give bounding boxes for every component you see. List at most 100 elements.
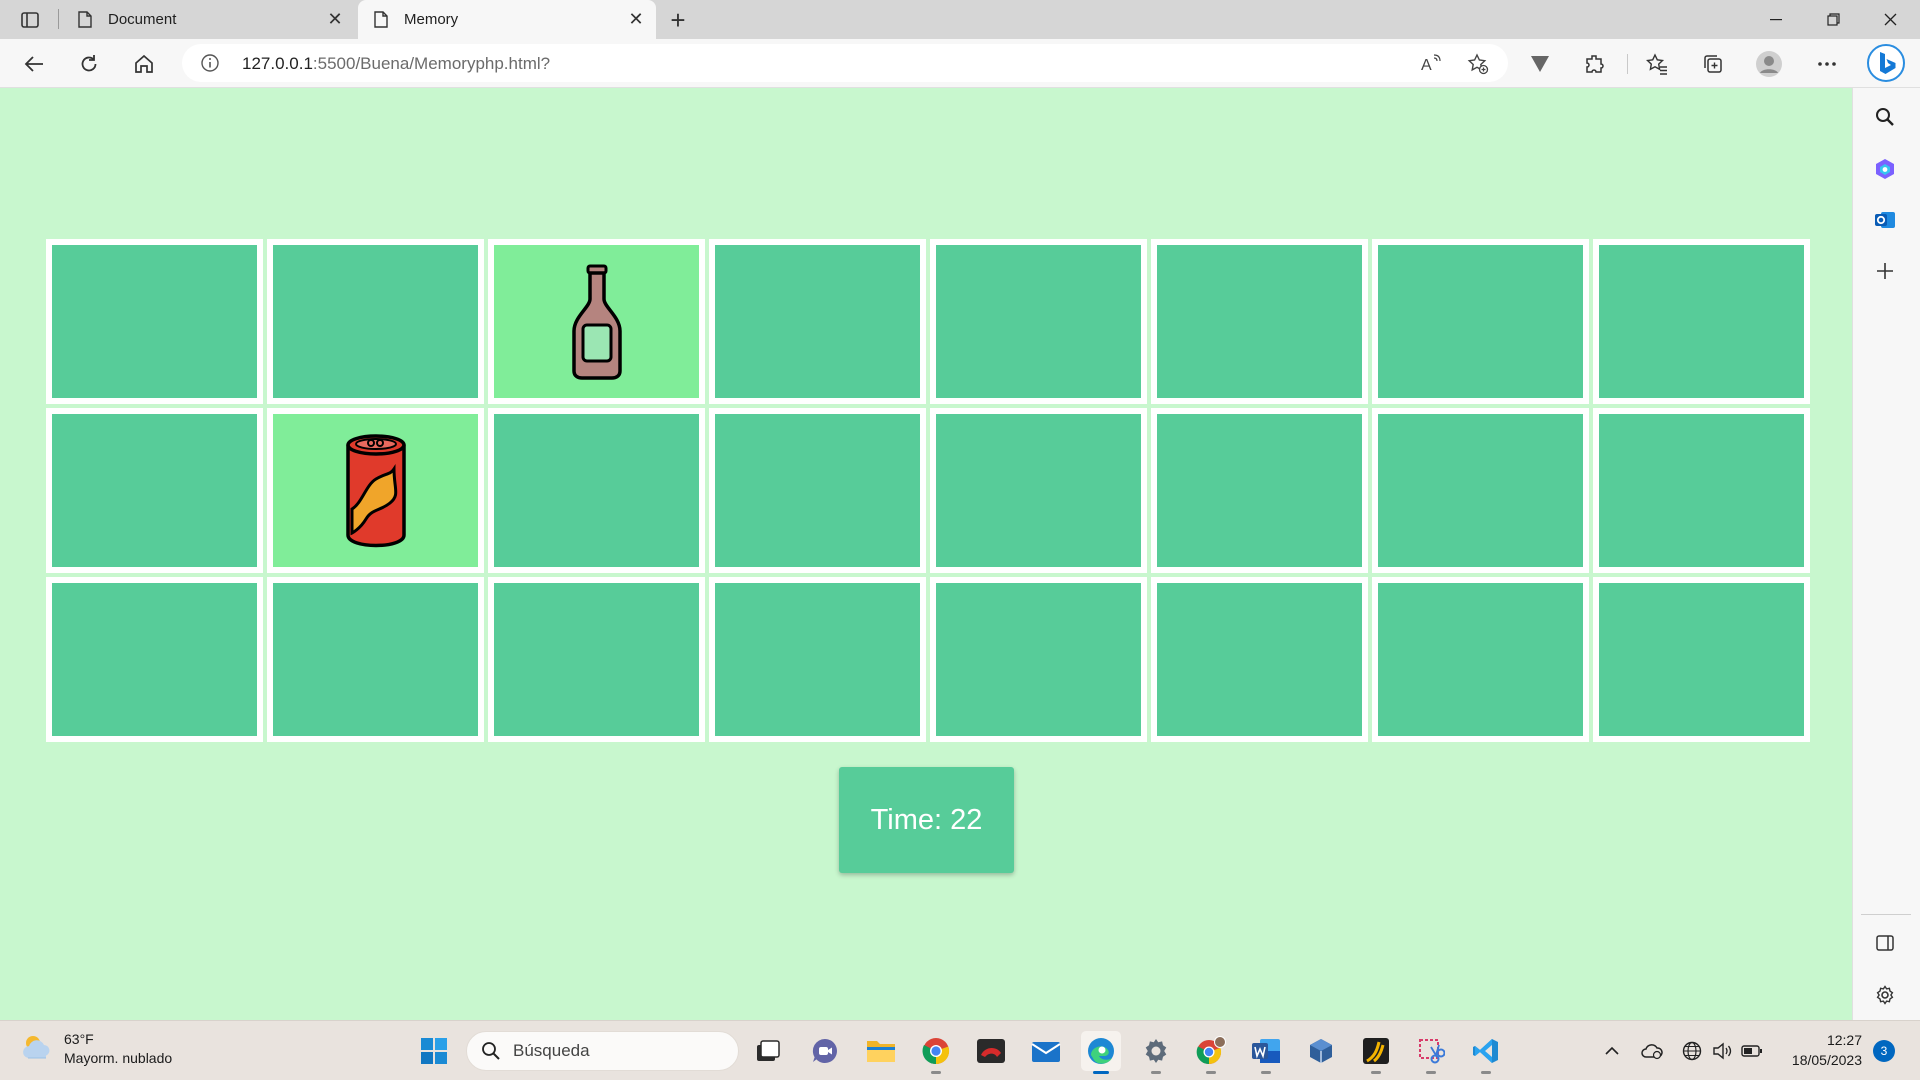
task-view-icon[interactable] [748, 1031, 788, 1071]
memory-card[interactable] [1593, 577, 1810, 742]
sidebar-settings-icon[interactable] [1868, 978, 1902, 1012]
card-face [936, 245, 1141, 398]
card-face [715, 414, 920, 567]
edge-icon[interactable] [1081, 1031, 1121, 1074]
memory-card[interactable] [1593, 239, 1810, 404]
memory-card[interactable] [1593, 408, 1810, 573]
memory-card[interactable] [709, 239, 926, 404]
hide-sidebar-icon[interactable] [1868, 926, 1902, 960]
chrome-icon[interactable] [916, 1031, 956, 1074]
tab-actions-icon[interactable] [14, 8, 46, 32]
card-face [494, 583, 699, 736]
settings-icon[interactable] [1136, 1031, 1176, 1074]
card-face [1378, 583, 1583, 736]
tab-label: Document [108, 11, 177, 28]
card-face [715, 245, 920, 398]
card-face [936, 583, 1141, 736]
chrome-profile-icon[interactable] [1191, 1031, 1231, 1074]
refresh-icon[interactable] [72, 47, 106, 81]
tab-separator [58, 9, 59, 29]
site-info-icon[interactable] [200, 53, 220, 73]
running-indicator [1426, 1071, 1436, 1074]
collections-icon[interactable] [1696, 47, 1730, 81]
restore-icon[interactable] [1805, 0, 1861, 39]
minimize-icon[interactable] [1748, 0, 1804, 39]
outlook-icon[interactable] [1868, 203, 1902, 237]
card-face [1157, 245, 1362, 398]
search-icon [481, 1041, 501, 1061]
taskbar-search[interactable]: Búsqueda [466, 1031, 739, 1071]
card-face [273, 245, 478, 398]
start-icon[interactable] [414, 1031, 454, 1071]
sidebar-divider [1861, 914, 1911, 915]
more-options-icon[interactable] [1810, 47, 1844, 81]
extensions-icon[interactable] [1578, 47, 1612, 81]
virtualbox-icon[interactable] [1301, 1031, 1341, 1071]
battery-icon[interactable] [1740, 1039, 1764, 1063]
vscode-icon[interactable] [1466, 1031, 1506, 1074]
file-explorer-icon[interactable] [861, 1031, 901, 1071]
memory-card[interactable] [930, 408, 1147, 573]
memory-card[interactable] [1372, 408, 1589, 573]
xampp-icon[interactable] [1356, 1031, 1396, 1074]
memory-card[interactable] [46, 577, 263, 742]
close-tab-icon[interactable]: ✕ [321, 6, 349, 34]
memory-card[interactable] [267, 577, 484, 742]
mediabox-icon[interactable] [971, 1031, 1011, 1071]
taskbar-clock[interactable]: 12:27 18/05/2023 [1772, 1030, 1862, 1070]
back-icon[interactable] [17, 47, 51, 81]
copilot-icon[interactable] [1868, 152, 1902, 186]
memory-card[interactable] [709, 577, 926, 742]
volume-icon[interactable] [1710, 1039, 1734, 1063]
notification-badge[interactable]: 3 [1873, 1040, 1895, 1062]
show-hidden-icons-icon[interactable] [1600, 1039, 1624, 1063]
memory-card[interactable] [1151, 408, 1368, 573]
running-indicator [1481, 1071, 1491, 1074]
close-tab-icon[interactable]: ✕ [622, 6, 650, 34]
memory-card[interactable] [930, 239, 1147, 404]
card-face [1599, 583, 1804, 736]
favorites-icon[interactable] [1640, 47, 1674, 81]
weather-temp: 63°F [64, 1031, 94, 1047]
memory-card[interactable] [46, 408, 263, 573]
snipping-tool-icon[interactable] [1411, 1031, 1451, 1074]
memory-card[interactable] [1151, 239, 1368, 404]
memory-card[interactable] [267, 239, 484, 404]
memory-card[interactable] [1372, 239, 1589, 404]
weather-widget[interactable]: 63°F Mayorm. nublado [20, 1030, 172, 1068]
memory-card-revealed[interactable] [267, 408, 484, 573]
home-icon[interactable] [127, 47, 161, 81]
memory-card[interactable] [46, 239, 263, 404]
word-icon[interactable] [1246, 1031, 1286, 1074]
onedrive-icon[interactable] [1640, 1039, 1664, 1063]
read-aloud-icon[interactable]: A [1420, 53, 1442, 75]
tab-document[interactable]: Document ✕ [62, 0, 355, 39]
tab-memory[interactable]: Memory ✕ [358, 0, 656, 39]
memory-card[interactable] [488, 408, 705, 573]
close-window-icon[interactable] [1862, 0, 1918, 39]
add-sidebar-app-icon[interactable] [1868, 254, 1902, 288]
mail-icon[interactable] [1026, 1031, 1066, 1071]
url-text[interactable]: 127.0.0.1:5500/Buena/Memoryphp.html? [242, 54, 550, 74]
edge-sidebar [1852, 88, 1920, 1020]
memory-card[interactable] [930, 577, 1147, 742]
search-icon[interactable] [1868, 100, 1902, 134]
new-tab-button[interactable]: + [662, 4, 694, 36]
address-bar[interactable]: 127.0.0.1:5500/Buena/Memoryphp.html? A [182, 44, 1508, 82]
tab-label: Memory [404, 11, 459, 28]
extension-v-icon[interactable] [1523, 47, 1557, 81]
bing-copilot-icon[interactable] [1866, 43, 1906, 83]
network-globe-icon[interactable] [1680, 1039, 1704, 1063]
memory-card[interactable] [709, 408, 926, 573]
profile-avatar-icon[interactable] [1752, 47, 1786, 81]
card-face [1378, 414, 1583, 567]
memory-card[interactable] [1151, 577, 1368, 742]
memory-card[interactable] [488, 577, 705, 742]
teams-chat-icon[interactable] [805, 1031, 845, 1071]
card-face [52, 245, 257, 398]
add-favorite-icon[interactable] [1467, 53, 1489, 75]
search-placeholder: Búsqueda [513, 1041, 590, 1060]
memory-card[interactable] [1372, 577, 1589, 742]
bottle-icon [571, 264, 622, 380]
memory-card-revealed[interactable] [488, 239, 705, 404]
